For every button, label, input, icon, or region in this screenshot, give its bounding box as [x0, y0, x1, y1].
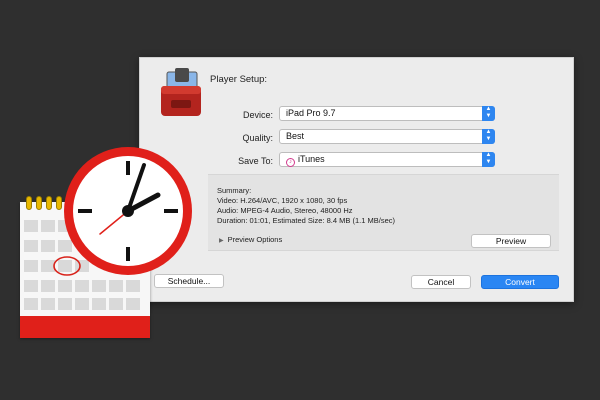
device-label: Device:	[242, 110, 273, 120]
calendar-day	[126, 298, 140, 310]
calendar-day	[41, 220, 55, 232]
summary-duration: Duration: 01:01, Estimated Size: 8.4 MB …	[217, 216, 395, 225]
calendar-day	[126, 280, 140, 292]
calendar-day	[24, 240, 38, 252]
calendar-day	[58, 298, 72, 310]
preview-options-toggle[interactable]: ▶ Preview Options	[219, 235, 282, 244]
calendar-day	[109, 298, 123, 310]
player-setup-dialog: Player Setup: Device: iPad Pro 9.7 ▲ ▼ Qu…	[139, 57, 574, 302]
preview-options-label: Preview Options	[227, 235, 283, 244]
summary-audio: Audio: MPEG-4 Audio, Stereo, 48000 Hz	[217, 206, 353, 215]
preview-button[interactable]: Preview	[471, 234, 551, 248]
save-to-value: iTunes	[298, 154, 325, 164]
calendar-day	[24, 260, 38, 272]
calendar-day	[92, 298, 106, 310]
chevron-updown-icon: ▲ ▼	[482, 152, 495, 167]
calendar-day	[24, 280, 38, 292]
calendar-day	[41, 240, 55, 252]
summary-heading: Summary:	[217, 186, 252, 195]
calendar-day	[92, 280, 106, 292]
calendar-day	[75, 280, 89, 292]
itunes-icon: ♪	[286, 158, 295, 167]
calendar-day	[58, 280, 72, 292]
device-value: iPad Pro 9.7	[286, 108, 336, 118]
quality-select[interactable]: Best ▲ ▼	[279, 129, 495, 144]
summary-video: Video: H.264/AVC, 1920 x 1080, 30 fps	[217, 196, 348, 205]
page-title: Player Setup:	[210, 74, 268, 85]
calendar-day	[24, 298, 38, 310]
calendar-day	[41, 280, 55, 292]
device-select[interactable]: iPad Pro 9.7 ▲ ▼	[279, 106, 495, 121]
cancel-button[interactable]: Cancel	[411, 275, 471, 289]
calendar-ring	[36, 196, 42, 210]
chevron-updown-icon: ▲ ▼	[482, 106, 495, 121]
calendar-day	[109, 280, 123, 292]
calendar-ring	[46, 196, 52, 210]
quality-label: Quality:	[242, 133, 273, 143]
save-to-select[interactable]: ♪ iTunes ▲ ▼	[279, 152, 495, 167]
quality-value: Best	[286, 131, 305, 141]
calendar-day	[75, 298, 89, 310]
disclosure-triangle-icon: ▶	[219, 238, 224, 244]
calendar-footer	[20, 316, 150, 338]
clock-icon	[64, 147, 192, 275]
summary-panel: Summary: Video: H.264/AVC, 1920 x 1080, …	[208, 174, 559, 251]
calendar-day	[24, 220, 38, 232]
convert-button[interactable]: Convert	[481, 275, 559, 289]
calendar-day	[41, 298, 55, 310]
chevron-updown-icon: ▲ ▼	[482, 129, 495, 144]
calendar-ring	[26, 196, 32, 210]
